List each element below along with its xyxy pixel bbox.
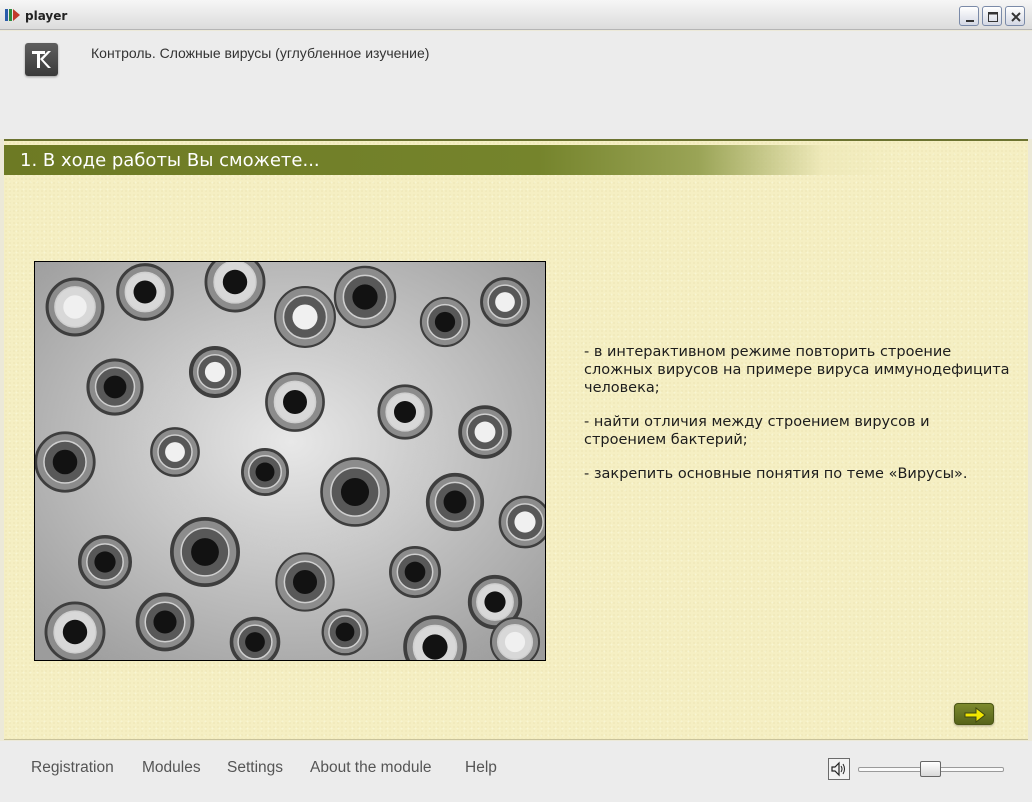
window-titlebar[interactable]: player — [0, 0, 1032, 30]
volume-slider-thumb[interactable] — [920, 761, 941, 777]
menu-help[interactable]: Help — [465, 759, 497, 777]
k-logo-icon — [25, 43, 58, 76]
menu-registration[interactable]: Registration — [31, 759, 114, 777]
close-button[interactable] — [1005, 6, 1025, 26]
course-header: Контроль. Сложные вирусы (углубленное из… — [0, 31, 1032, 139]
menu-settings[interactable]: Settings — [227, 759, 283, 777]
content-panel: 1. В ходе работы Вы сможете... - в интер… — [4, 139, 1028, 740]
goal-item: - в интерактивном режиме повторить строе… — [584, 344, 1010, 396]
maximize-icon — [988, 12, 998, 22]
window-title: player — [25, 9, 68, 23]
electron-micrograph-image — [34, 261, 546, 661]
maximize-button[interactable] — [982, 6, 1002, 26]
speaker-icon — [831, 761, 845, 777]
menu-modules[interactable]: Modules — [142, 759, 201, 777]
mute-button[interactable] — [828, 758, 850, 780]
goal-item: - найти отличия между строением вирусов … — [584, 414, 930, 448]
menu-about-module[interactable]: About the module — [310, 759, 432, 777]
goal-item: - закрепить основные понятия по теме «Ви… — [584, 466, 968, 482]
goals-list: - в интерактивном режиме повторить строе… — [584, 343, 1016, 499]
course-title: Контроль. Сложные вирусы (углубленное из… — [91, 45, 430, 61]
minimize-icon — [966, 20, 974, 22]
section-title: 1. В ходе работы Вы сможете... — [20, 150, 320, 171]
close-icon — [1011, 12, 1021, 22]
footer-bar: Registration Modules Settings About the … — [0, 741, 1032, 802]
minimize-button[interactable] — [959, 6, 979, 26]
player-app-icon — [5, 8, 21, 22]
section-header: 1. В ходе работы Вы сможете... — [4, 145, 894, 175]
next-button[interactable] — [954, 703, 994, 725]
arrow-right-icon — [964, 707, 986, 723]
